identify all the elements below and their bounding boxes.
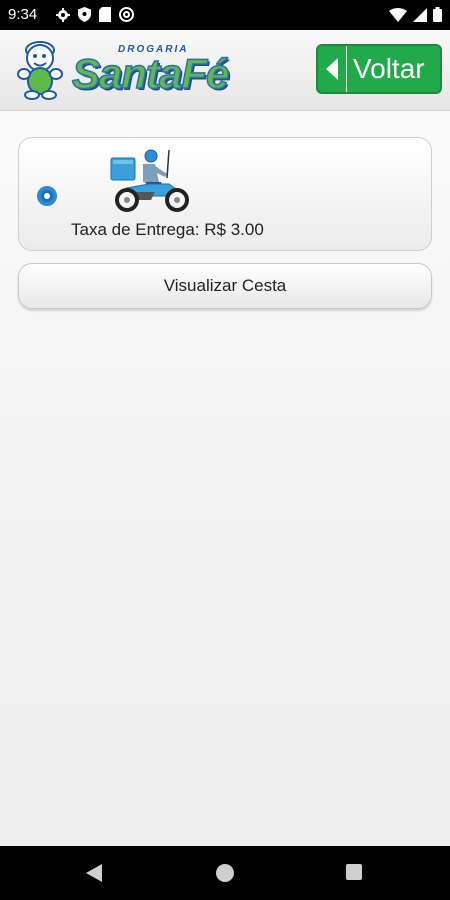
gear-icon <box>56 7 70 27</box>
app-header: DROGARIA SantaFé Voltar <box>0 30 450 111</box>
brand-name: SantaFé <box>71 49 230 98</box>
view-cart-button[interactable]: Visualizar Cesta <box>18 263 432 309</box>
sd-card-icon <box>99 7 111 27</box>
system-nav-bar <box>0 846 450 900</box>
delivery-fee-label: Taxa de Entrega: R$ 3.00 <box>71 220 264 239</box>
delivery-option-card[interactable]: Taxa de Entrega: R$ 3.00 <box>18 137 432 251</box>
at-sign-icon <box>119 7 134 27</box>
signal-icon <box>413 7 427 27</box>
wifi-icon <box>389 7 407 27</box>
view-cart-label: Visualizar Cesta <box>163 276 287 295</box>
status-bar: 9:34 <box>0 0 450 30</box>
santafe-logo: DROGARIA SantaFé <box>12 36 232 104</box>
nav-back-icon[interactable] <box>86 864 102 887</box>
back-button-label: Voltar <box>353 53 425 84</box>
nav-recent-apps-icon[interactable] <box>346 864 362 880</box>
nav-home-icon[interactable] <box>216 864 234 882</box>
motorcycle-courier-icon <box>110 149 189 212</box>
delivery-radio-button[interactable] <box>37 186 57 206</box>
mascot-icon <box>17 41 63 100</box>
status-time: 9:34 <box>8 6 38 23</box>
status-right-icons <box>389 7 442 27</box>
back-button[interactable]: Voltar <box>316 44 442 94</box>
battery-icon <box>433 7 442 27</box>
shield-icon <box>78 7 91 27</box>
back-arrow-icon <box>318 46 347 92</box>
status-left-icons <box>56 7 134 27</box>
main-content: Taxa de Entrega: R$ 3.00 Visualizar Cest… <box>0 111 450 846</box>
